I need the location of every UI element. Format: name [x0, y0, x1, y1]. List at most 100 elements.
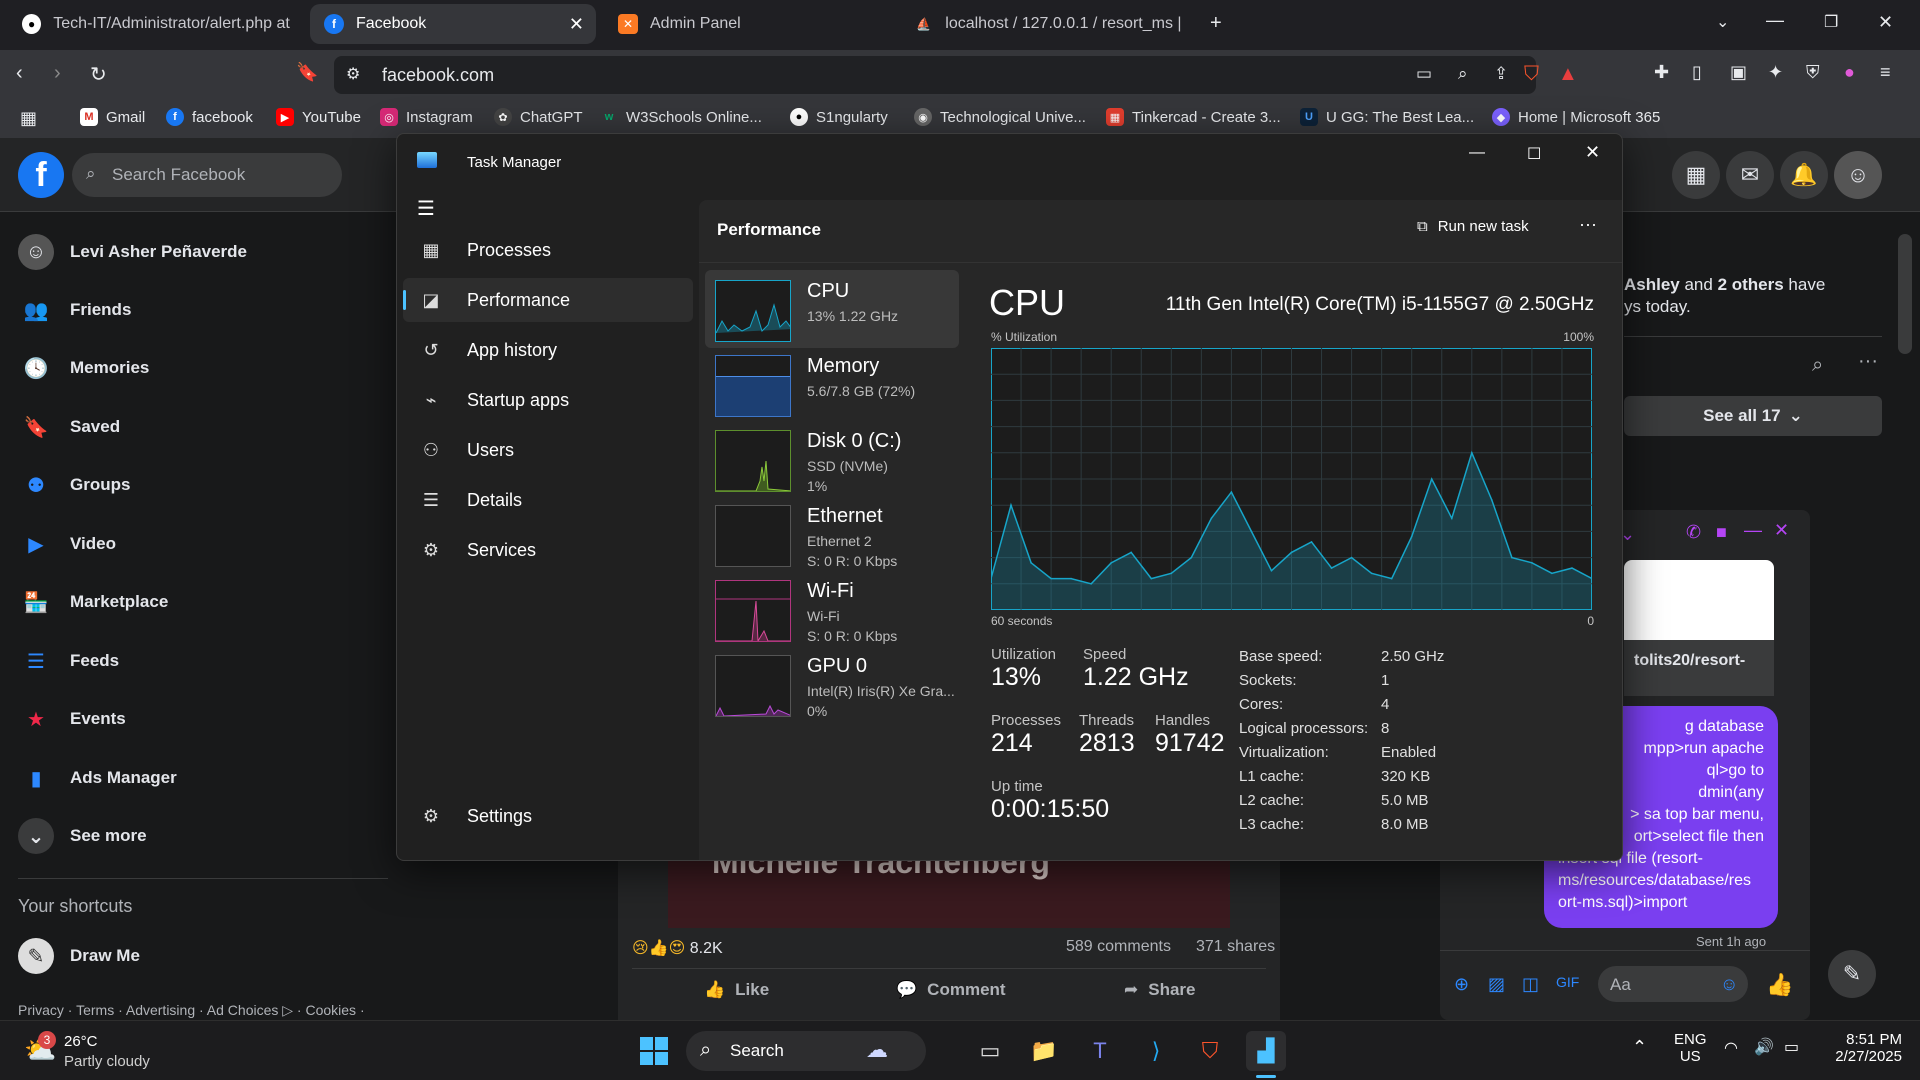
bookmark-gmail[interactable]: M Gmail — [80, 108, 145, 126]
sidebar-item-friends[interactable]: 👥 Friends — [18, 292, 132, 328]
tab-admin-panel[interactable]: ✕ Admin Panel — [604, 4, 894, 44]
sidebar-item-profile[interactable]: ☺ Levi Asher Peñaverde — [18, 234, 247, 270]
more-options-icon[interactable]: ··· — [1858, 350, 1878, 373]
birthday-name[interactable]: Ashley — [1624, 275, 1680, 294]
shortcut-draw-me[interactable]: ✎ Draw Me — [18, 938, 140, 974]
minimize-icon[interactable]: — — [1766, 10, 1784, 31]
brave-shield-icon[interactable]: ⛉ — [1524, 63, 1539, 86]
vpn-icon[interactable]: ⛨ — [1806, 62, 1820, 83]
minimize-chat-icon[interactable]: — — [1744, 520, 1762, 541]
vscode-icon[interactable]: ⟩ — [1136, 1031, 1176, 1071]
maximize-icon[interactable]: ☐ — [1527, 144, 1541, 164]
link-preview-title[interactable]: tolits20/resort- — [1624, 640, 1774, 696]
sidebar-item-memories[interactable]: 🕓 Memories — [18, 350, 150, 386]
nav-details[interactable]: ☰ Details — [403, 478, 693, 522]
tab-facebook[interactable]: f Facebook ✕ — [310, 4, 596, 44]
message-input[interactable]: Aa ☺ — [1598, 966, 1748, 1002]
sidebar-item-groups[interactable]: ⚉ Groups — [18, 467, 130, 503]
sidebar-item-feeds[interactable]: ☰ Feeds — [18, 643, 119, 679]
nav-startup-apps[interactable]: ⌁ Startup apps — [403, 378, 693, 422]
new-tab-icon[interactable]: + — [1210, 12, 1222, 35]
sidebar-item-ads-manager[interactable]: ▮ Ads Manager — [18, 760, 176, 796]
nav-users[interactable]: ⚇ Users — [403, 428, 693, 472]
share-icon[interactable]: ⇪ — [1494, 64, 1508, 84]
start-icon[interactable] — [634, 1031, 674, 1071]
site-info-icon[interactable]: ⚙ — [346, 64, 360, 84]
nav-app-history[interactable]: ↺ App history — [403, 328, 693, 372]
weather-desc[interactable]: Partly cloudy — [64, 1053, 150, 1070]
add-icon[interactable]: ⊕ — [1454, 974, 1469, 995]
minimize-icon[interactable]: — — [1469, 144, 1485, 162]
scrollbar[interactable] — [1898, 234, 1912, 354]
resource-gpu[interactable]: GPU 0 Intel(R) Iris(R) Xe Gra... 0% — [705, 645, 959, 723]
battery-icon[interactable]: ▭ — [1784, 1037, 1799, 1057]
leo-icon[interactable]: ✦ — [1768, 62, 1783, 83]
bookmark-chatgpt[interactable]: ✿ ChatGPT — [494, 108, 583, 126]
wifi-icon[interactable]: ◠ — [1724, 1038, 1738, 1058]
bookmark-youtube[interactable]: ▶ YouTube — [276, 108, 361, 126]
link-preview-image[interactable] — [1624, 560, 1774, 640]
share-count[interactable]: 371 shares — [1196, 938, 1275, 956]
resource-disk[interactable]: Disk 0 (C:) SSD (NVMe) 1% — [705, 420, 959, 498]
run-new-task-button[interactable]: ⧉ Run new task — [1417, 218, 1529, 235]
sidebar-item-video[interactable]: ▶ Video — [18, 526, 116, 562]
new-message-icon[interactable]: ✎ — [1828, 950, 1876, 998]
nav-settings[interactable]: ⚙ Settings — [403, 794, 693, 838]
tab-github[interactable]: ● Tech-IT/Administrator/alert.php at m — [8, 4, 308, 44]
phone-icon[interactable]: ✆ — [1686, 522, 1701, 543]
restore-icon[interactable]: ❐ — [1824, 12, 1838, 32]
nav-services[interactable]: ⚙ Services — [403, 528, 693, 572]
sidebar-item-marketplace[interactable]: 🏪 Marketplace — [18, 584, 169, 620]
bookmark-facebook[interactable]: f facebook — [166, 108, 253, 126]
bookmark-ugg[interactable]: U U GG: The Best Lea... — [1300, 108, 1474, 126]
bookmark-icon[interactable]: 🔖 — [296, 62, 318, 83]
see-all-button[interactable]: See all 17 ⌄ — [1624, 396, 1882, 436]
cast-icon[interactable]: ▭ — [1416, 64, 1432, 84]
like-button[interactable]: 👍 Like — [704, 980, 769, 1000]
bookmark-m365[interactable]: ◆ Home | Microsoft 365 — [1492, 108, 1660, 126]
apps-grid-icon[interactable]: ▦ — [20, 108, 37, 129]
image-icon[interactable]: ▨ — [1488, 974, 1505, 995]
file-explorer-icon[interactable]: 📁 — [1024, 1031, 1064, 1071]
reload-icon[interactable]: ↻ — [90, 62, 107, 87]
gif-icon[interactable]: GIF — [1556, 974, 1579, 990]
tab-search-icon[interactable]: ⌄ — [1716, 12, 1729, 32]
teams-icon[interactable]: T — [1080, 1031, 1120, 1071]
close-icon[interactable]: ✕ — [1585, 142, 1600, 163]
nav-processes[interactable]: ▦ Processes — [403, 228, 693, 272]
more-options-icon[interactable]: ··· — [1579, 214, 1597, 235]
brave-rewards-icon[interactable]: ▲ — [1558, 63, 1578, 86]
task-manager-taskbar-icon[interactable]: ▟ — [1246, 1031, 1286, 1071]
search-icon[interactable]: ⌕ — [1812, 354, 1823, 377]
footer-links[interactable]: Privacy · Terms · Advertising · Ad Choic… — [18, 1002, 365, 1019]
messenger-icon[interactable]: ✉ — [1726, 151, 1774, 199]
sidebar-item-events[interactable]: ★ Events — [18, 701, 126, 737]
menu-icon[interactable]: ≡ — [1880, 62, 1891, 83]
birthday-others[interactable]: 2 others — [1718, 275, 1784, 294]
back-icon[interactable]: ‹ — [16, 62, 23, 85]
search-input[interactable]: ⌕ Search Facebook — [72, 153, 342, 197]
language-indicator[interactable]: ENG US — [1674, 1031, 1707, 1065]
video-call-icon[interactable]: ■ — [1716, 522, 1727, 543]
clock[interactable]: 8:51 PM 2/27/2025 — [1826, 1031, 1902, 1065]
menu-grid-icon[interactable]: ▦ — [1672, 151, 1720, 199]
weather-widget[interactable]: ⛅ 3 — [20, 1029, 64, 1073]
resource-wifi[interactable]: Wi-Fi Wi-Fi S: 0 R: 0 Kbps — [705, 570, 959, 648]
resource-cpu[interactable]: CPU 13% 1.22 GHz — [705, 270, 959, 348]
share-button[interactable]: ➦ Share — [1124, 980, 1196, 1000]
volume-icon[interactable]: 🔊 — [1754, 1037, 1774, 1057]
notifications-icon[interactable]: 🔔 — [1780, 151, 1828, 199]
bookmark-tup[interactable]: ◉ Technological Unive... — [914, 108, 1086, 126]
hamburger-icon[interactable]: ☰ — [417, 196, 435, 221]
comment-button[interactable]: 💬 Comment — [896, 980, 1006, 1000]
close-icon[interactable]: ✕ — [569, 14, 584, 35]
bookmark-s1ngularty[interactable]: ● S1ngularty — [790, 108, 888, 126]
bookmark-w3schools[interactable]: w W3Schools Online... — [600, 108, 762, 126]
bookmark-instagram[interactable]: ◎ Instagram — [380, 108, 473, 126]
resource-memory[interactable]: Memory 5.6/7.8 GB (72%) — [705, 345, 959, 423]
bookmark-tinkercad[interactable]: ▦ Tinkercad - Create 3... — [1106, 108, 1281, 126]
close-chat-icon[interactable]: ✕ — [1774, 520, 1789, 541]
extensions-icon[interactable]: ✚ — [1654, 62, 1669, 83]
sticker-icon[interactable]: ◫ — [1522, 974, 1539, 995]
comment-count[interactable]: 589 comments — [1066, 938, 1171, 956]
